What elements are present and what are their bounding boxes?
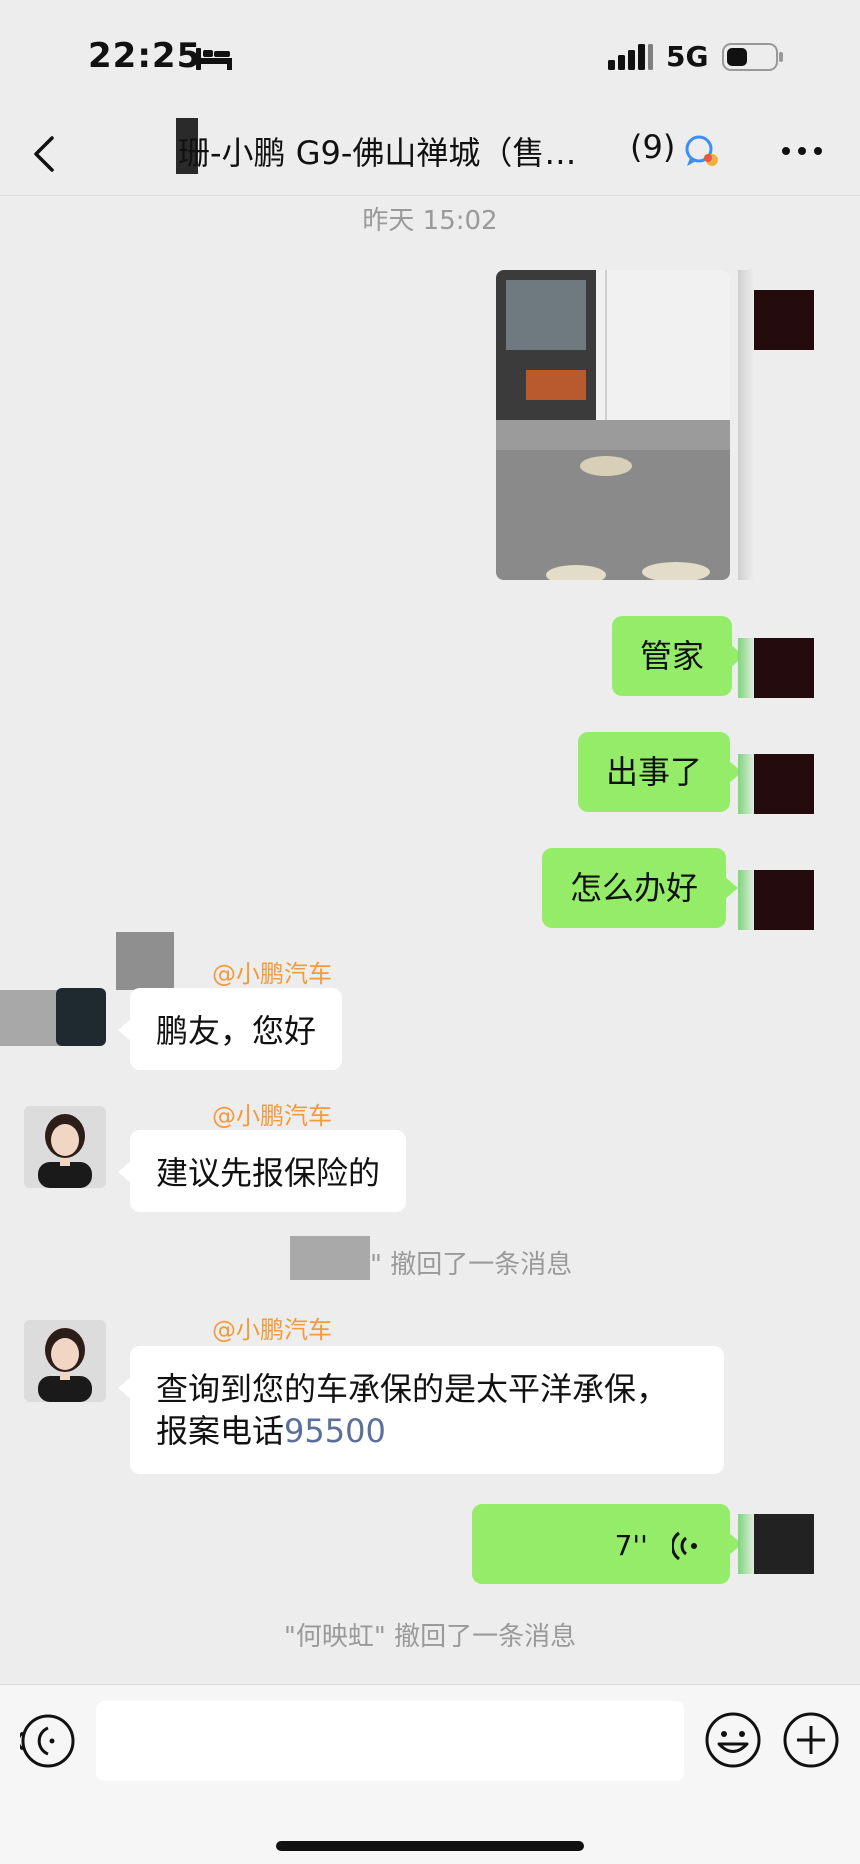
chat-nav-bar: 珊-小鹏 G9-佛山禅城（售… (9) [0, 118, 860, 196]
group-chat-icon[interactable] [684, 134, 720, 168]
image-message[interactable] [496, 270, 730, 580]
avatar[interactable] [754, 638, 814, 698]
avatar[interactable] [56, 988, 106, 1046]
mosaic-block [116, 932, 174, 990]
avatar[interactable] [754, 754, 814, 814]
more-dots-icon[interactable] [780, 136, 824, 166]
sender-name: @小鹏汽车 [212, 1102, 332, 1130]
voice-duration: 7'' [614, 1529, 648, 1562]
message-text: 报案电话 [156, 1412, 285, 1450]
emoji-icon[interactable] [704, 1711, 762, 1769]
status-time: 22:25 [88, 36, 202, 76]
battery-icon [722, 43, 783, 71]
status-bar: 22:25 5G [0, 0, 860, 118]
image-edge [738, 270, 754, 580]
chat-title[interactable]: 珊-小鹏 G9-佛山禅城（售… [178, 128, 618, 174]
chat-bubble-outgoing[interactable]: 出事了 [578, 732, 743, 812]
chat-bubble-outgoing[interactable]: 管家 [612, 616, 745, 696]
plus-circle-icon[interactable] [782, 1711, 840, 1769]
voice-input-icon[interactable] [20, 1713, 76, 1769]
avatar[interactable] [24, 1320, 106, 1402]
chat-bubble-outgoing[interactable]: 怎么办好 [542, 848, 739, 928]
avatar[interactable] [24, 1106, 106, 1188]
recall-notice: "何映虹" 撤回了一条消息 [283, 1622, 577, 1652]
voice-wave-icon [670, 1531, 697, 1561]
voice-message-bubble[interactable]: 7'' [472, 1504, 742, 1584]
agent-avatar-image [24, 1320, 106, 1402]
sender-name: @小鹏汽车 [212, 1316, 332, 1344]
chat-bubble-incoming[interactable]: 查询到您的车承保的是太平洋承保， 报案电话95500 [118, 1346, 724, 1474]
back-icon[interactable] [30, 132, 60, 176]
avatar[interactable] [754, 1514, 814, 1574]
avatar[interactable] [754, 290, 814, 350]
mosaic-block [290, 1236, 370, 1280]
car-photo-image [496, 270, 730, 580]
recall-notice: " 撤回了一条消息 [370, 1250, 573, 1280]
chat-bubble-incoming[interactable]: 鹏友，您好 [117, 988, 343, 1070]
phone-number-link[interactable]: 95500 [284, 1412, 386, 1450]
message-input[interactable] [96, 1701, 684, 1781]
message-line: 查询到您的车承保的是太平洋承保， [156, 1370, 669, 1408]
sender-name: @小鹏汽车 [212, 960, 332, 988]
chat-timestamp: 昨天 15:02 [362, 206, 498, 236]
mosaic-block [0, 990, 60, 1046]
input-bar [0, 1684, 860, 1864]
message-line: 报案电话95500 [156, 1410, 698, 1452]
avatar[interactable] [754, 870, 814, 930]
agent-avatar-image [24, 1106, 106, 1188]
network-type: 5G [666, 40, 709, 73]
sleep-mode-icon [196, 48, 232, 70]
chat-bubble-incoming[interactable]: 建议先报保险的 [117, 1130, 407, 1212]
member-count: (9) [630, 128, 676, 166]
home-indicator [276, 1841, 584, 1851]
signal-icon [608, 44, 653, 70]
